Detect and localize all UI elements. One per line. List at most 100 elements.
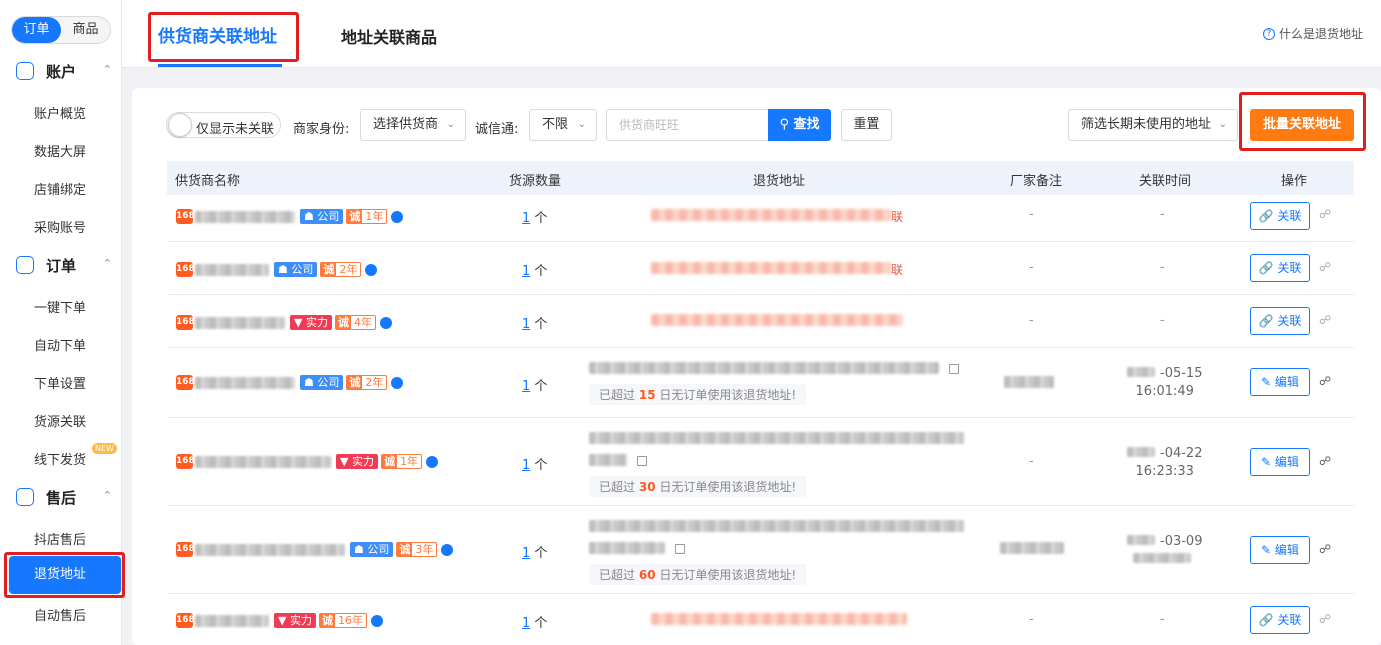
source-count[interactable]: 1 个: [522, 542, 547, 561]
count-unit: 个: [534, 546, 548, 561]
warn-pre: 已超过: [599, 388, 636, 402]
identity-select[interactable]: 选择供货商 ⌄: [360, 109, 466, 141]
reset-button[interactable]: 重置: [841, 109, 892, 141]
search-button-label: 查找: [793, 117, 820, 132]
sidebar-item-shop-binding[interactable]: 店铺绑定: [34, 179, 86, 198]
supplier-name-cell: 1688 ☗ 公司 诚 2年: [176, 262, 378, 277]
supplier-name-cell: 1688 ▼ 实力 诚 4年: [176, 315, 392, 330]
chat-icon[interactable]: [425, 455, 438, 468]
tab-address-products[interactable]: 地址关联商品: [341, 24, 437, 48]
copy-icon[interactable]: [637, 456, 647, 466]
op-label: 关联: [1277, 314, 1302, 328]
group-account[interactable]: 账户 ⌃: [16, 60, 116, 82]
time-date: -03-09: [1160, 534, 1203, 549]
sidebar-item-auto-order[interactable]: 自动下单: [34, 335, 86, 354]
supplier-search-input[interactable]: 供货商旺旺: [606, 109, 768, 141]
link-button[interactable]: 🔗 关联: [1250, 307, 1310, 335]
unlink-icon[interactable]: ☍: [1319, 374, 1331, 388]
time-cell: -: [1160, 313, 1165, 328]
table-row: 1688 ☗ 公司 诚 3年 1 个 已超过 60 日无订单使用该退货地址! -0…: [167, 506, 1354, 594]
link-button[interactable]: 🔗 关联: [1250, 254, 1310, 282]
time-cell: -05-15 16:01:49: [1127, 365, 1202, 401]
address-suffix: 联: [891, 263, 904, 277]
source-count[interactable]: 1 个: [522, 207, 547, 226]
sidebar: 订单 商品 账户 ⌃ 账户概览 数据大屏 店铺绑定 采购账号 订单 ⌃ 一键下单…: [0, 0, 122, 645]
sidebar-item-one-click-order[interactable]: 一键下单: [34, 297, 86, 316]
1688-logo-icon: 1688: [176, 209, 201, 224]
seg-order[interactable]: 订单: [12, 17, 61, 43]
edit-button[interactable]: ✎ 编辑: [1250, 368, 1310, 396]
source-count[interactable]: 1 个: [522, 375, 547, 394]
tag-text: 公司: [317, 210, 340, 223]
supplier-name-cell: 1688 ▼ 实力 诚 16年: [176, 613, 383, 628]
chevron-down-icon: ⌄: [446, 119, 455, 130]
count-value: 1: [522, 264, 531, 279]
unused-select-value: 筛选长期未使用的地址: [1081, 117, 1212, 132]
unlink-icon[interactable]: ☍: [1319, 260, 1331, 274]
group-order[interactable]: 订单 ⌃: [16, 254, 116, 276]
unlink-icon[interactable]: ☍: [1319, 454, 1331, 468]
count-unit: 个: [534, 616, 548, 631]
source-count[interactable]: 1 个: [522, 260, 547, 279]
years-text: 4年: [353, 316, 372, 329]
chengxin-select[interactable]: 不限 ⌄: [529, 109, 597, 141]
unlink-icon[interactable]: ☍: [1319, 612, 1331, 626]
unlink-icon[interactable]: ☍: [1319, 542, 1331, 556]
warn-post: 日无订单使用该退货地址!: [659, 480, 797, 494]
count-value: 1: [522, 616, 531, 631]
supplier-name-cell: 1688 ☗ 公司 诚 3年: [176, 542, 454, 557]
chevron-up-icon: ⌃: [102, 63, 112, 76]
source-count[interactable]: 1 个: [522, 454, 547, 473]
source-count[interactable]: 1 个: [522, 313, 547, 332]
warn-pre: 已超过: [599, 480, 636, 494]
unlink-icon[interactable]: ☍: [1319, 207, 1331, 221]
link-button[interactable]: 🔗 关联: [1250, 606, 1310, 634]
unused-address-select[interactable]: 筛选长期未使用的地址 ⌄: [1068, 109, 1238, 141]
chengxin-tag: 诚 2年: [346, 375, 388, 390]
sidebar-item-douyin-aftersale[interactable]: 抖店售后: [34, 529, 86, 548]
copy-icon[interactable]: [675, 544, 685, 554]
edit-button[interactable]: ✎ 编辑: [1250, 536, 1310, 564]
source-count[interactable]: 1 个: [522, 612, 547, 631]
sidebar-item-source-link[interactable]: 货源关联: [34, 411, 86, 430]
toggle-label: 仅显示未关联: [196, 122, 275, 137]
group-aftersale-title: 售后: [46, 488, 77, 507]
link-button[interactable]: 🔗 关联: [1250, 202, 1310, 230]
seg-product[interactable]: 商品: [61, 17, 110, 43]
note-cell: -: [1029, 260, 1034, 275]
tag-text: 公司: [367, 543, 390, 556]
order-icon: [16, 256, 34, 274]
sidebar-item-data-screen[interactable]: 数据大屏: [34, 141, 86, 160]
sidebar-item-purchase-account[interactable]: 采购账号: [34, 217, 86, 236]
copy-icon[interactable]: [949, 364, 959, 374]
address-blurred-2: [589, 454, 627, 466]
sidebar-item-account-overview[interactable]: 账户概览: [34, 103, 86, 122]
years-text: 2年: [339, 263, 358, 276]
address-cell: 已超过 30 日无订单使用该退货地址!: [589, 432, 969, 497]
address-blurred: [589, 362, 939, 374]
chat-icon[interactable]: [370, 614, 383, 627]
search-button[interactable]: ⚲ 查找: [768, 109, 831, 141]
chat-icon[interactable]: [365, 263, 378, 276]
help-link[interactable]: ? 什么是退货地址: [1262, 25, 1363, 42]
address-blurred: [589, 432, 964, 444]
group-aftersale[interactable]: 售后 ⌃: [16, 486, 116, 508]
years-text: 2年: [365, 376, 384, 389]
edit-button[interactable]: ✎ 编辑: [1250, 448, 1310, 476]
group-account-title: 账户: [46, 62, 77, 81]
tag-text: 实力: [289, 614, 312, 627]
sidebar-item-offline-ship[interactable]: 线下发货 NEW: [34, 443, 117, 468]
chevron-down-icon: ⌄: [577, 119, 586, 130]
address-blurred-2: [589, 542, 665, 554]
chat-icon[interactable]: [379, 316, 392, 329]
company-tag: ☗ 公司: [300, 209, 344, 224]
chat-icon[interactable]: [391, 210, 404, 223]
unlink-icon[interactable]: ☍: [1319, 313, 1331, 327]
op-label: 编辑: [1274, 375, 1299, 389]
supplier-name-blurred: [195, 263, 269, 276]
sidebar-item-order-settings[interactable]: 下单设置: [34, 373, 86, 392]
years-text: 1年: [365, 210, 384, 223]
chat-icon[interactable]: [441, 543, 454, 556]
sidebar-item-auto-aftersale[interactable]: 自动售后: [34, 605, 86, 624]
chat-icon[interactable]: [391, 376, 404, 389]
